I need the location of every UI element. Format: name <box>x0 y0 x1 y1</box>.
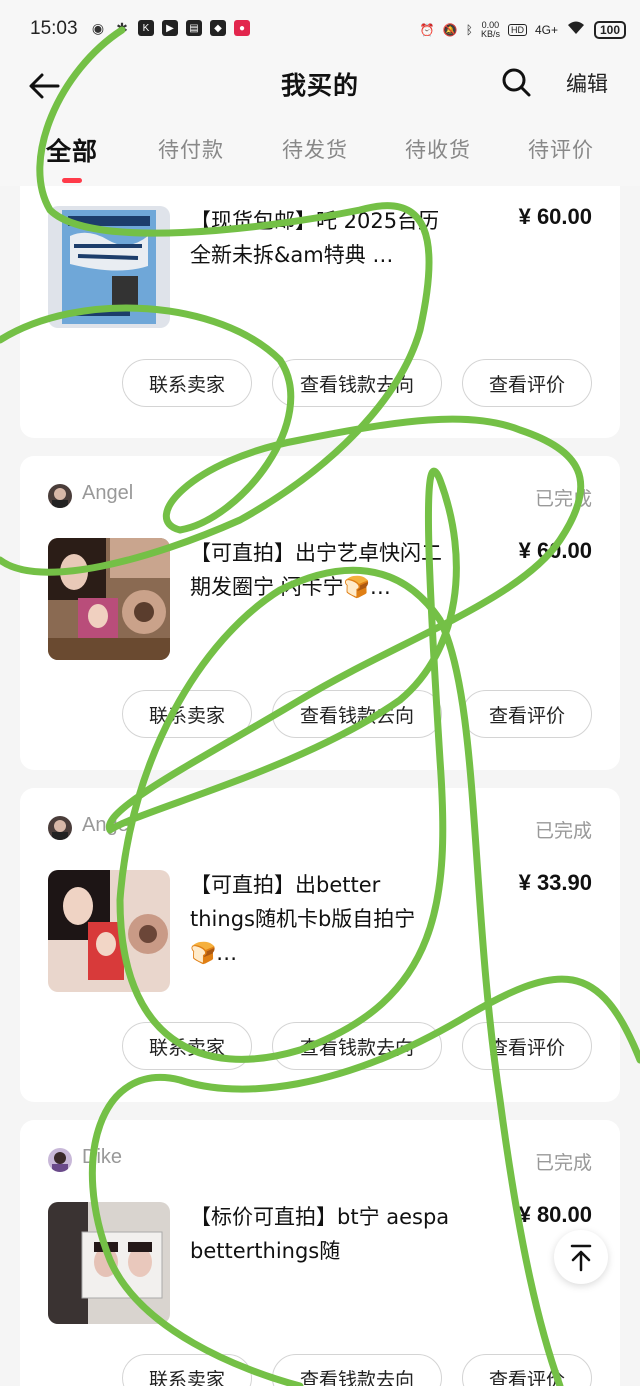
weibo-icon: ◉ <box>91 19 105 36</box>
status-notification-icons: ◉ ✱ K ▶ ▤ ◆ ● <box>90 20 250 36</box>
tab-all[interactable]: 全部 <box>46 132 98 168</box>
view-review-button[interactable]: 查看评价 <box>462 1354 592 1386</box>
tab-pending-receipt[interactable]: 待收货 <box>405 134 471 164</box>
view-payment-flow-button[interactable]: 查看钱款去向 <box>272 1354 442 1386</box>
header: 我买的 编辑 <box>0 60 640 122</box>
seller-name[interactable]: Angel <box>82 814 133 837</box>
product-thumbnail[interactable] <box>48 538 170 660</box>
edit-button[interactable]: 编辑 <box>566 68 608 98</box>
order-status: 已完成 <box>534 820 592 842</box>
order-card[interactable]: Angel 已完成 【可直拍】出better things随机卡b版自拍宁🍞… … <box>20 788 620 1102</box>
seller-avatar[interactable] <box>48 816 72 840</box>
product-price: ¥ 60.00 <box>518 204 592 229</box>
product-thumbnail[interactable] <box>48 1202 170 1324</box>
product-thumbnail[interactable] <box>48 870 170 992</box>
order-card[interactable]: Angel 已完成 【可直拍】出宁艺卓快闪二期发圈宁 闪卡宁🍞… ¥ 60.00… <box>20 456 620 770</box>
tab-pending-payment[interactable]: 待付款 <box>158 134 224 164</box>
order-status: 已完成 <box>534 488 592 510</box>
network-speed: 0.00 KB/s <box>480 20 500 39</box>
battery-indicator: 100 <box>593 20 626 39</box>
vip-app-icon: ◆ <box>210 20 226 36</box>
alarm-icon: ⏰ <box>419 22 435 37</box>
seller-avatar[interactable] <box>48 484 72 508</box>
product-title[interactable]: 【标价可直拍】bt宁 aespa betterthings随 <box>190 1200 450 1268</box>
status-time: 15:03 <box>30 18 78 39</box>
product-title[interactable]: 【可直拍】出宁艺卓快闪二期发圈宁 闪卡宁🍞… <box>190 536 450 604</box>
view-payment-flow-button[interactable]: 查看钱款去向 <box>272 1022 442 1070</box>
order-tabs: 全部 待付款 待发货 待收货 待评价 <box>0 122 640 186</box>
scroll-to-top-button[interactable] <box>554 1230 608 1284</box>
contact-seller-button[interactable]: 联系卖家 <box>122 359 252 407</box>
k-app-icon: K <box>138 20 154 36</box>
shopping-app-icon: ● <box>234 20 250 36</box>
view-payment-flow-button[interactable]: 查看钱款去向 <box>272 690 442 738</box>
view-review-button[interactable]: 查看评价 <box>462 690 592 738</box>
contact-seller-button[interactable]: 联系卖家 <box>122 690 252 738</box>
contact-seller-button[interactable]: 联系卖家 <box>122 1354 252 1386</box>
view-review-button[interactable]: 查看评价 <box>462 1022 592 1070</box>
bluetooth-icon: ᛒ <box>465 22 473 37</box>
page-title: 我买的 <box>280 71 359 100</box>
product-title[interactable]: 【可直拍】出better things随机卡b版自拍宁🍞… <box>190 868 450 970</box>
product-price: ¥ 60.00 <box>518 538 592 563</box>
seller-avatar[interactable] <box>48 1148 72 1172</box>
view-payment-flow-button[interactable]: 查看钱款去向 <box>272 359 442 407</box>
app-icon: ✱ <box>116 19 128 36</box>
order-card[interactable]: Dike 已完成 【标价可直拍】bt宁 aespa betterthings随 … <box>20 1120 620 1386</box>
contact-seller-button[interactable]: 联系卖家 <box>122 1022 252 1070</box>
view-review-button[interactable]: 查看评价 <box>462 359 592 407</box>
network-type: 4G+ <box>534 22 558 37</box>
seller-name[interactable]: Dike <box>82 1146 122 1169</box>
tab-pending-review[interactable]: 待评价 <box>528 134 594 164</box>
status-system-icons: ⏰ 🔕 ᛒ 0.00 KB/s HD 4G+ 100 <box>420 20 626 39</box>
video-app-icon: ▶ <box>162 20 178 36</box>
active-tab-indicator <box>62 178 82 183</box>
product-price: ¥ 33.90 <box>518 870 592 895</box>
arrow-up-to-top-icon <box>570 1244 592 1272</box>
product-price: ¥ 80.00 <box>518 1202 592 1227</box>
product-thumbnail[interactable] <box>48 206 170 328</box>
hd-badge: HD <box>507 23 527 36</box>
news-app-icon: ▤ <box>186 20 202 36</box>
order-card[interactable]: 【现货包邮】吒 2025台历全新未拆&am特典 … ¥ 60.00 联系卖家 查… <box>20 186 620 438</box>
order-status: 已完成 <box>534 1152 592 1174</box>
mute-icon: 🔕 <box>442 22 458 37</box>
product-title[interactable]: 【现货包邮】吒 2025台历全新未拆&am特典 … <box>190 204 450 272</box>
seller-name[interactable]: Angel <box>82 482 133 505</box>
wifi-icon <box>566 20 586 39</box>
search-icon[interactable] <box>498 64 534 100</box>
status-bar: 15:03 ◉ ✱ K ▶ ▤ ◆ ● ⏰ 🔕 ᛒ 0.00 KB/s HD 4… <box>0 0 640 60</box>
net-speed-unit: KB/s <box>480 28 500 39</box>
tab-pending-shipment[interactable]: 待发货 <box>282 134 348 164</box>
